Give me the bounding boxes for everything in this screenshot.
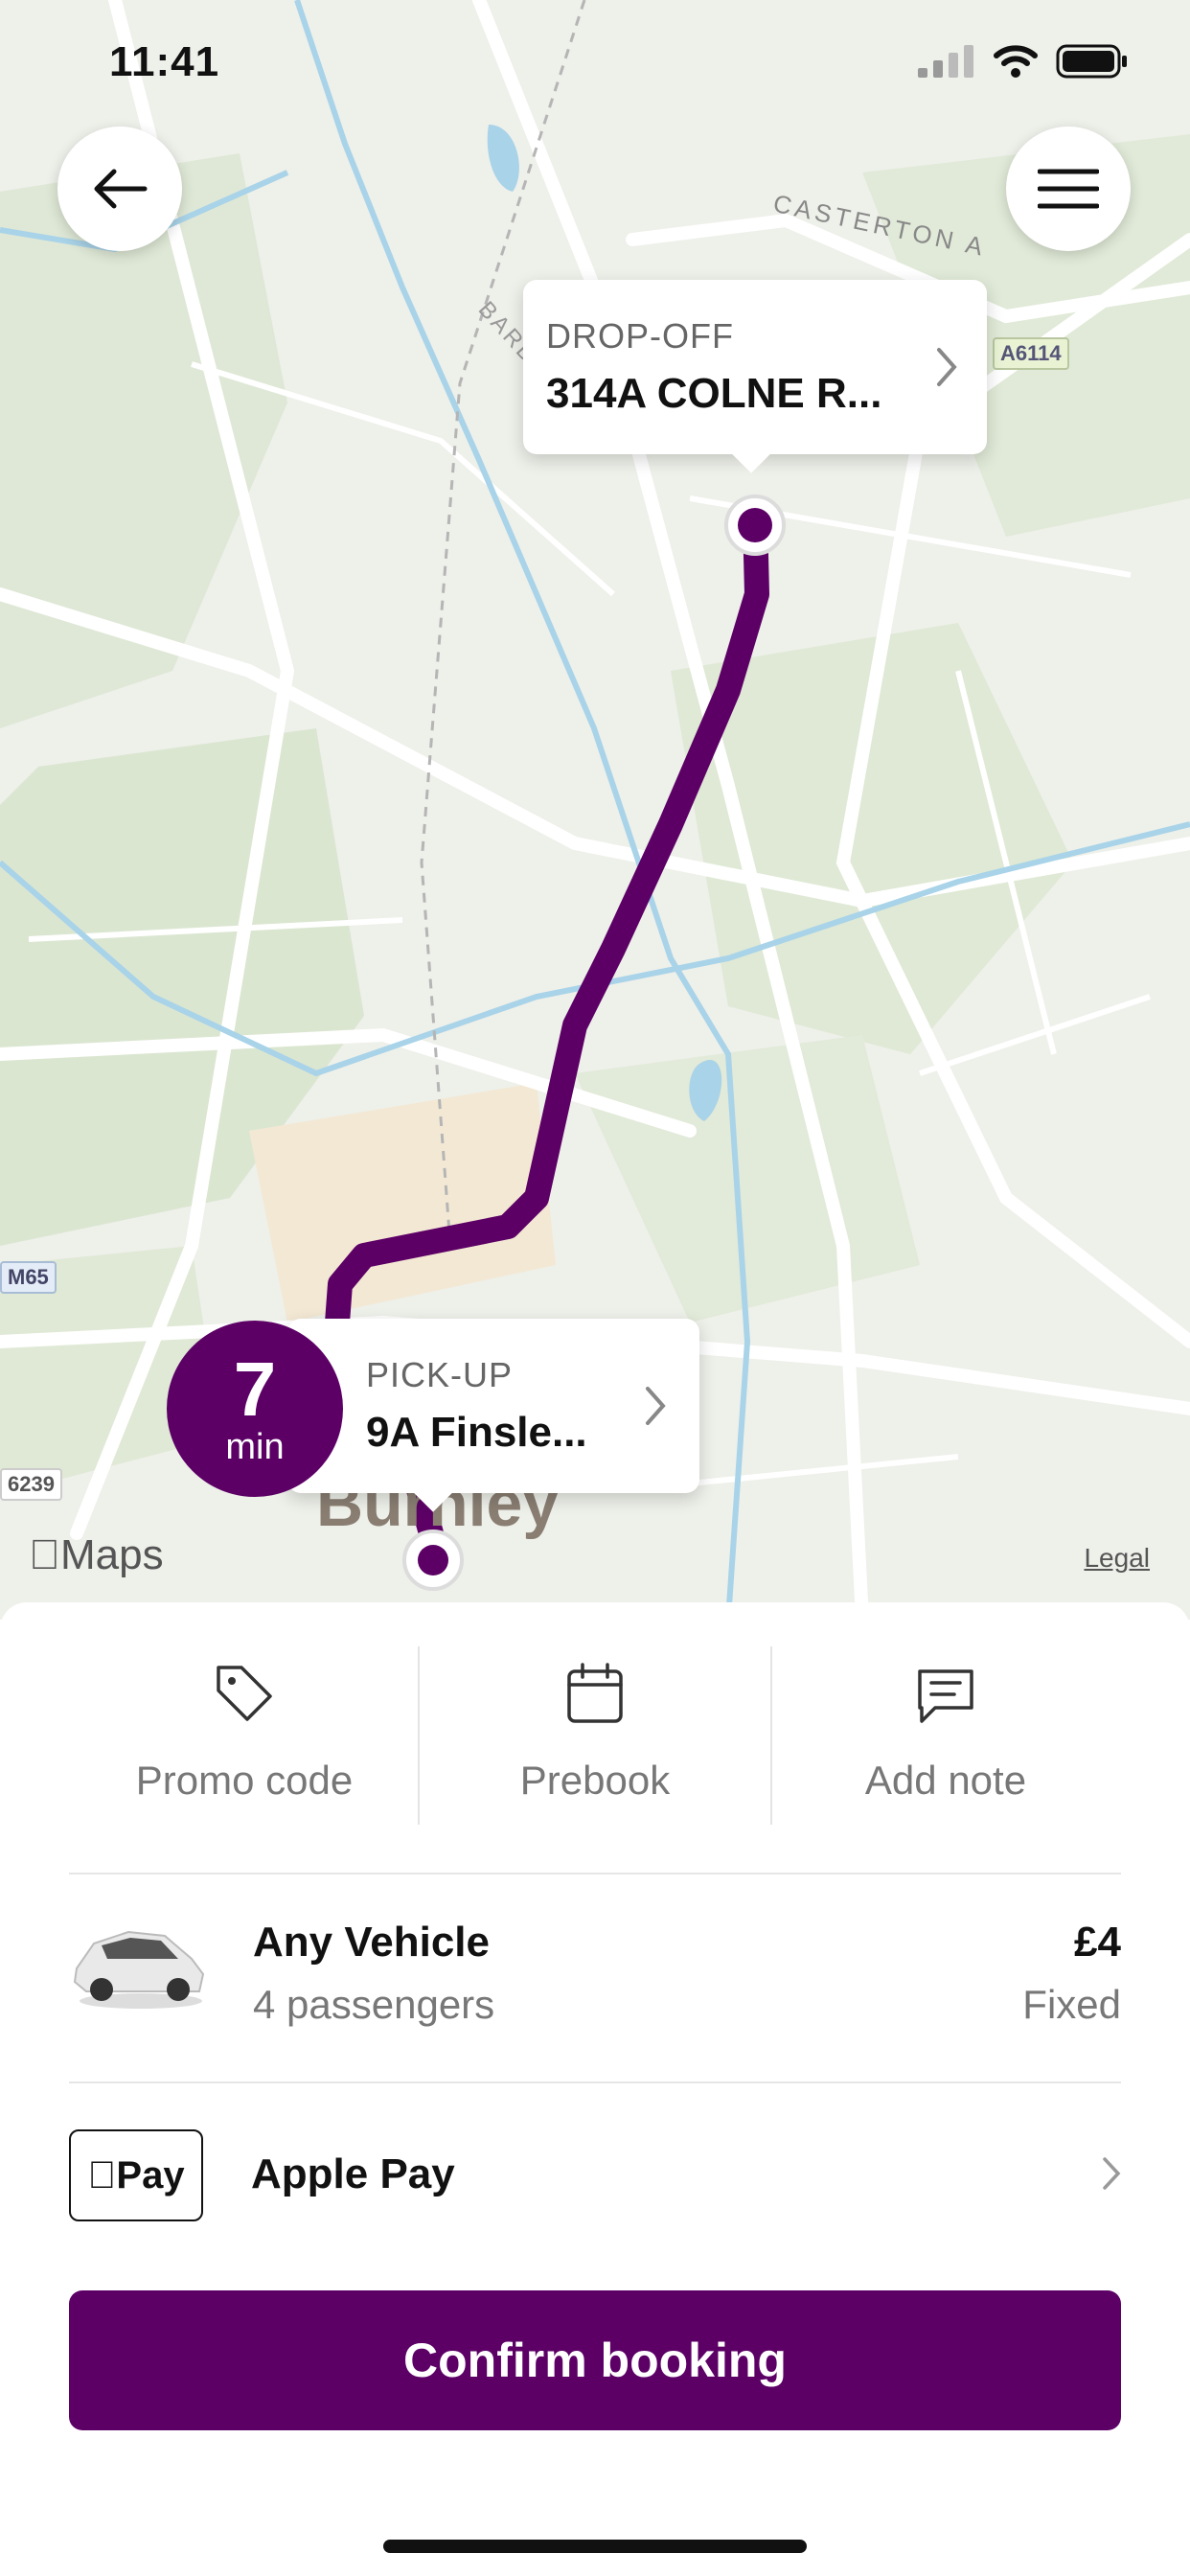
dropoff-address: 314A COLNE R... — [546, 370, 882, 417]
chevron-right-icon — [937, 348, 957, 386]
pickup-address: 9A Finsle... — [366, 1409, 587, 1456]
divider — [69, 2082, 1121, 2083]
chevron-right-icon — [646, 1387, 666, 1425]
divider — [770, 1646, 772, 1825]
arrow-left-icon — [94, 169, 148, 209]
vehicle-passengers: 4 passengers — [253, 1982, 495, 2027]
wifi-icon — [994, 45, 1038, 78]
confirm-booking-button[interactable]: Confirm booking — [69, 2290, 1121, 2430]
prebook-button[interactable]: Prebook — [420, 1644, 770, 1827]
back-button[interactable] — [57, 126, 182, 251]
pickup-kicker: PICK-UP — [366, 1355, 514, 1394]
road-shield-m65: M65 — [0, 1261, 57, 1294]
promo-code-label: Promo code — [135, 1758, 354, 1803]
calendar-icon — [567, 1663, 623, 1723]
quick-actions: Promo code Prebook Add note — [69, 1644, 1121, 1827]
promo-code-button[interactable]: Promo code — [69, 1644, 420, 1827]
payment-method-label: Apple Pay — [251, 2150, 455, 2197]
tag-icon — [217, 1666, 272, 1721]
legal-link[interactable]: Legal — [1084, 1543, 1150, 1574]
signal-icon — [918, 45, 973, 78]
eta-badge: 7 min — [167, 1321, 343, 1497]
fare-price: £4 — [1074, 1919, 1121, 1966]
home-indicator — [383, 2540, 807, 2553]
apple-logo-icon:  — [87, 2154, 116, 2197]
status-time: 11:41 — [109, 38, 220, 85]
add-note-button[interactable]: Add note — [770, 1644, 1121, 1827]
divider — [69, 1873, 1121, 1874]
prebook-label: Prebook — [519, 1758, 671, 1803]
eta-value: 7 — [233, 1346, 277, 1432]
vehicle-name: Any Vehicle — [253, 1919, 491, 1966]
pickup-callout[interactable]: PICK-UP 9A Finsle... — [287, 1319, 699, 1512]
fare-type: Fixed — [1022, 1982, 1121, 2027]
add-note-label: Add note — [864, 1758, 1027, 1803]
booking-sheet: Promo code Prebook Add note Any Vehicle … — [0, 1602, 1190, 2576]
dropoff-kicker: DROP-OFF — [546, 316, 734, 356]
note-icon — [918, 1669, 973, 1723]
apple-logo-icon:  — [29, 1531, 60, 1578]
chevron-right-icon — [1103, 2157, 1121, 2190]
dropoff-callout[interactable]: DROP-OFF 314A COLNE R... — [523, 280, 987, 473]
eta-unit: min — [225, 1427, 285, 1467]
road-shield-6239: 6239 — [0, 1468, 62, 1501]
hamburger-icon — [1038, 169, 1099, 209]
menu-button[interactable] — [1006, 126, 1131, 251]
car-icon — [73, 1930, 205, 2009]
battery-icon — [1056, 44, 1127, 79]
status-icons — [918, 44, 1129, 79]
apple-pay-badge: Pay — [69, 2129, 203, 2221]
divider — [418, 1646, 420, 1825]
road-shield-a6114: A6114 — [993, 337, 1069, 370]
apple-maps-logo: Maps — [29, 1531, 164, 1578]
